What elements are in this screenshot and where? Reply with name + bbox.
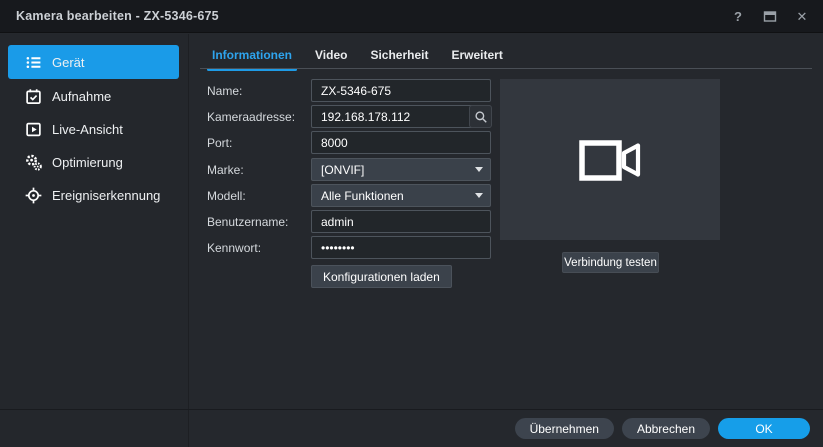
window-controls: ? ✕ — [729, 0, 811, 33]
username-input[interactable] — [311, 210, 491, 233]
port-input[interactable] — [311, 131, 491, 154]
calendar-check-icon — [25, 88, 42, 105]
cancel-button[interactable]: Abbrechen — [622, 418, 710, 439]
list-icon — [25, 54, 42, 71]
help-icon[interactable]: ? — [729, 8, 747, 26]
camera-edit-dialog: Kamera bearbeiten - ZX-5346-675 ? ✕ — [0, 0, 823, 447]
name-input[interactable] — [311, 79, 491, 102]
password-label: Kennwort: — [207, 241, 261, 255]
camera-address-input[interactable] — [311, 105, 491, 128]
sidebar-item-optimierung[interactable]: Optimierung — [8, 146, 179, 178]
password-input[interactable] — [311, 236, 491, 259]
maximize-icon[interactable] — [761, 8, 779, 26]
sidebar-item-label: Aufnahme — [52, 89, 111, 104]
sidebar-item-live-ansicht[interactable]: Live-Ansicht — [8, 113, 179, 145]
crosshair-icon — [25, 187, 42, 204]
chevron-down-icon — [475, 167, 483, 172]
test-connection-button[interactable]: Verbindung testen — [562, 252, 659, 273]
play-square-icon — [25, 121, 42, 138]
apply-button[interactable]: Übernehmen — [515, 418, 614, 439]
sidebar-item-label: Ereigniserkennung — [52, 188, 160, 203]
tab-bar: Informationen Video Sicherheit Erweitert — [207, 44, 508, 71]
brand-select[interactable]: [ONVIF] — [311, 158, 491, 181]
video-camera-icon — [578, 136, 642, 184]
name-label: Name: — [207, 84, 242, 98]
sidebar-item-geraet[interactable]: Gerät — [8, 45, 179, 79]
model-selected-value: Alle Funktionen — [321, 189, 404, 203]
sidebar-item-label: Optimierung — [52, 155, 123, 170]
brand-label: Marke: — [207, 163, 244, 177]
window-title: Kamera bearbeiten - ZX-5346-675 — [16, 9, 219, 23]
port-label: Port: — [207, 136, 232, 150]
tab-informationen[interactable]: Informationen — [207, 44, 297, 71]
brand-selected-value: [ONVIF] — [321, 163, 364, 177]
model-select[interactable]: Alle Funktionen — [311, 184, 491, 207]
content-panel: Informationen Video Sicherheit Erweitert… — [189, 34, 823, 409]
sidebar-item-label: Gerät — [52, 55, 85, 70]
username-label: Benutzername: — [207, 215, 288, 229]
tab-video[interactable]: Video — [310, 44, 352, 71]
camera-address-label: Kameraadresse: — [207, 110, 295, 124]
search-icon — [474, 110, 488, 124]
tab-sicherheit[interactable]: Sicherheit — [365, 44, 433, 71]
chevron-down-icon — [475, 193, 483, 198]
ok-button[interactable]: OK — [718, 418, 810, 439]
sidebar: Gerät Aufnahme Live-Ansicht — [0, 34, 188, 447]
model-label: Modell: — [207, 189, 246, 203]
sidebar-item-label: Live-Ansicht — [52, 122, 123, 137]
sidebar-item-ereigniserkennung[interactable]: Ereigniserkennung — [8, 179, 179, 211]
close-icon[interactable]: ✕ — [793, 8, 811, 26]
tab-underline — [200, 68, 812, 69]
camera-preview-box — [500, 79, 720, 240]
load-configurations-button[interactable]: Konfigurationen laden — [311, 265, 452, 288]
tab-erweitert[interactable]: Erweitert — [447, 44, 508, 71]
search-camera-button[interactable] — [469, 105, 492, 128]
gears-icon — [25, 154, 42, 171]
footer-bar: Übernehmen Abbrechen OK — [0, 410, 823, 447]
titlebar: Kamera bearbeiten - ZX-5346-675 ? ✕ — [0, 0, 823, 33]
sidebar-item-aufnahme[interactable]: Aufnahme — [8, 80, 179, 112]
